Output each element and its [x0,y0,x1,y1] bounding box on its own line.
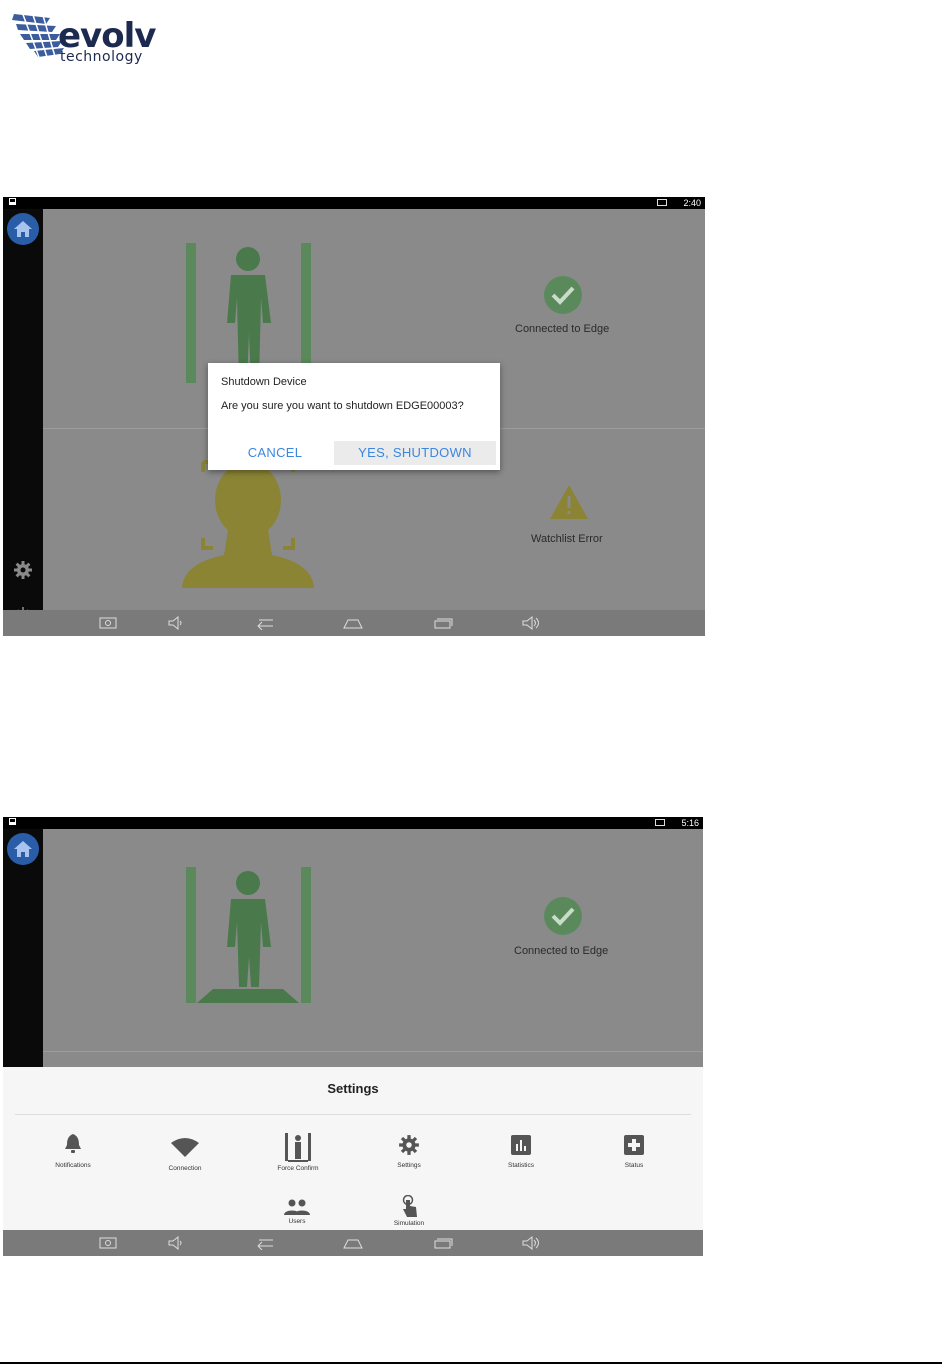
tile-label: Statistics [507,1162,534,1169]
navigation-bar [3,1230,703,1256]
volume-down-icon[interactable] [167,1236,185,1250]
dialog-title: Shutdown Device [221,376,307,388]
section-divider [43,1051,703,1052]
portal-icon [285,1133,311,1162]
watchlist-error-label: Watchlist Error [531,533,603,545]
shutdown-dialog: Shutdown Device Are you sure you want to… [208,363,500,470]
settings-tile-users[interactable]: Users [257,1197,337,1230]
settings-panel: Settings Notifications Connection Force … [3,1067,703,1230]
gear-icon[interactable] [13,560,33,580]
gear-icon [399,1135,419,1155]
tile-label: Force Confirm [277,1165,319,1172]
home-button[interactable] [7,833,39,865]
settings-tile-statistics[interactable]: Statistics [481,1133,561,1173]
bell-icon [65,1134,81,1153]
home-nav-icon[interactable] [343,1236,363,1250]
screenshot-icon[interactable] [99,1236,117,1250]
tile-label: Notifications [55,1162,91,1169]
network-icon [655,819,665,826]
connected-label: Connected to Edge [514,945,609,957]
status-time: 5:16 [681,818,699,828]
users-icon [284,1199,310,1215]
home-icon [14,841,32,857]
touch-icon [402,1195,417,1217]
screenshot-icon[interactable] [99,616,117,630]
back-icon[interactable] [255,1236,275,1250]
wifi-icon [171,1138,199,1157]
connected-label: Connected to Edge [515,323,610,335]
home-button[interactable] [7,213,39,245]
settings-screen: 5:16 Connected to Edge Settings Notifica [3,817,703,1256]
main-content: Connected to Edge [43,829,703,1067]
volume-up-icon[interactable] [521,1236,541,1250]
settings-tile-settings[interactable]: Settings [369,1133,449,1173]
cancel-button[interactable]: CANCEL [228,441,322,465]
status-bar: 5:16 [3,817,703,829]
screenshot-notification-icon [9,198,16,205]
settings-divider [15,1114,691,1115]
tile-label: Settings [397,1162,421,1169]
volume-up-icon[interactable] [521,616,541,630]
recents-icon[interactable] [433,1236,453,1250]
recents-icon[interactable] [433,616,453,630]
evolv-logo: evolv technology [10,12,180,70]
main-content: Connected to Edge Watchlist Error Shutdo… [43,209,705,610]
sidebar [3,209,43,624]
navigation-bar [3,610,705,636]
tile-label: Connection [168,1165,202,1172]
logo-subword: technology [60,49,143,65]
shutdown-dialog-screen: 2:40 Connected to Edge Watchlist Error S… [3,197,705,636]
settings-tile-simulation[interactable]: Simulation [369,1195,449,1230]
settings-title: Settings [327,1081,379,1096]
network-icon [657,199,667,206]
face-scan-icon [182,460,314,588]
tile-label: Simulation [393,1220,425,1227]
volume-down-icon[interactable] [167,616,185,630]
confirm-shutdown-button[interactable]: YES, SHUTDOWN [334,441,496,465]
sidebar [3,829,43,1067]
bar-chart-icon [511,1135,531,1155]
tile-label: Users [288,1218,306,1225]
back-icon[interactable] [255,616,275,630]
body-scanner-icon [186,867,311,1003]
home-icon [14,221,32,237]
status-bar: 2:40 [3,197,705,209]
settings-tile-status[interactable]: Status [594,1133,674,1173]
status-time: 2:40 [683,198,701,208]
plus-box-icon [624,1135,644,1155]
home-nav-icon[interactable] [343,616,363,630]
settings-tile-connection[interactable]: Connection [145,1133,225,1173]
settings-tile-notifications[interactable]: Notifications [33,1133,113,1173]
connected-check-icon [544,276,582,314]
page-footer-rule [0,1362,942,1364]
screenshot-notification-icon [9,818,16,825]
warning-icon [550,485,588,519]
connected-check-icon [544,897,582,935]
settings-tile-force-confirm[interactable]: Force Confirm [258,1133,338,1173]
tile-label: Status [624,1162,644,1169]
dialog-message: Are you sure you want to shutdown EDGE00… [221,400,464,412]
